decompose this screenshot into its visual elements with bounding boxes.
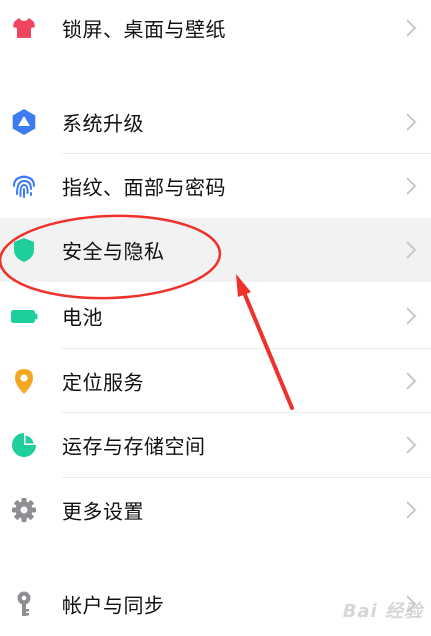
storage-pie-icon	[10, 431, 38, 459]
settings-item-label: 安全与隐私	[62, 239, 165, 264]
settings-item-system-update[interactable]: 系统升级	[0, 90, 431, 154]
chevron-right-icon	[406, 436, 417, 454]
chevron-right-icon	[406, 501, 417, 519]
settings-item-memory-storage[interactable]: 运存与存储空间	[0, 413, 431, 477]
settings-item-battery[interactable]: 电池	[0, 284, 431, 348]
settings-item-label: 帐户与同步	[62, 593, 165, 618]
chevron-right-icon	[406, 177, 417, 195]
settings-list: 锁屏、桌面与壁纸 系统升级 指纹、面部与密码 安全与隐私 电池 定位服务 运存与…	[0, 0, 431, 633]
chevron-right-icon	[406, 241, 417, 259]
system-update-icon	[10, 108, 38, 136]
key-icon	[10, 590, 38, 618]
gear-icon	[10, 496, 38, 524]
settings-item-label: 运存与存储空间	[62, 434, 206, 459]
settings-item-location-services[interactable]: 定位服务	[0, 349, 431, 413]
settings-item-label: 更多设置	[62, 499, 144, 524]
settings-item-fingerprint-face-password[interactable]: 指纹、面部与密码	[0, 154, 431, 218]
chevron-right-icon	[406, 307, 417, 325]
fingerprint-icon	[10, 172, 38, 200]
settings-item-label: 电池	[62, 305, 103, 330]
location-pin-icon	[10, 367, 38, 395]
battery-icon	[10, 302, 38, 330]
chevron-right-icon	[406, 19, 417, 37]
settings-item-label: 指纹、面部与密码	[62, 175, 226, 200]
watermark-logo: Bai 经验	[342, 601, 423, 622]
settings-item-lockscreen-wallpaper[interactable]: 锁屏、桌面与壁纸	[0, 0, 431, 60]
settings-item-label: 系统升级	[62, 111, 144, 136]
chevron-right-icon	[406, 372, 417, 390]
settings-item-label: 定位服务	[62, 370, 144, 395]
shield-icon	[10, 236, 38, 264]
settings-item-label: 锁屏、桌面与壁纸	[62, 17, 226, 42]
chevron-right-icon	[406, 113, 417, 131]
settings-item-security-privacy[interactable]: 安全与隐私	[0, 218, 431, 282]
settings-item-more-settings[interactable]: 更多设置	[0, 478, 431, 542]
shirt-icon	[10, 14, 38, 42]
